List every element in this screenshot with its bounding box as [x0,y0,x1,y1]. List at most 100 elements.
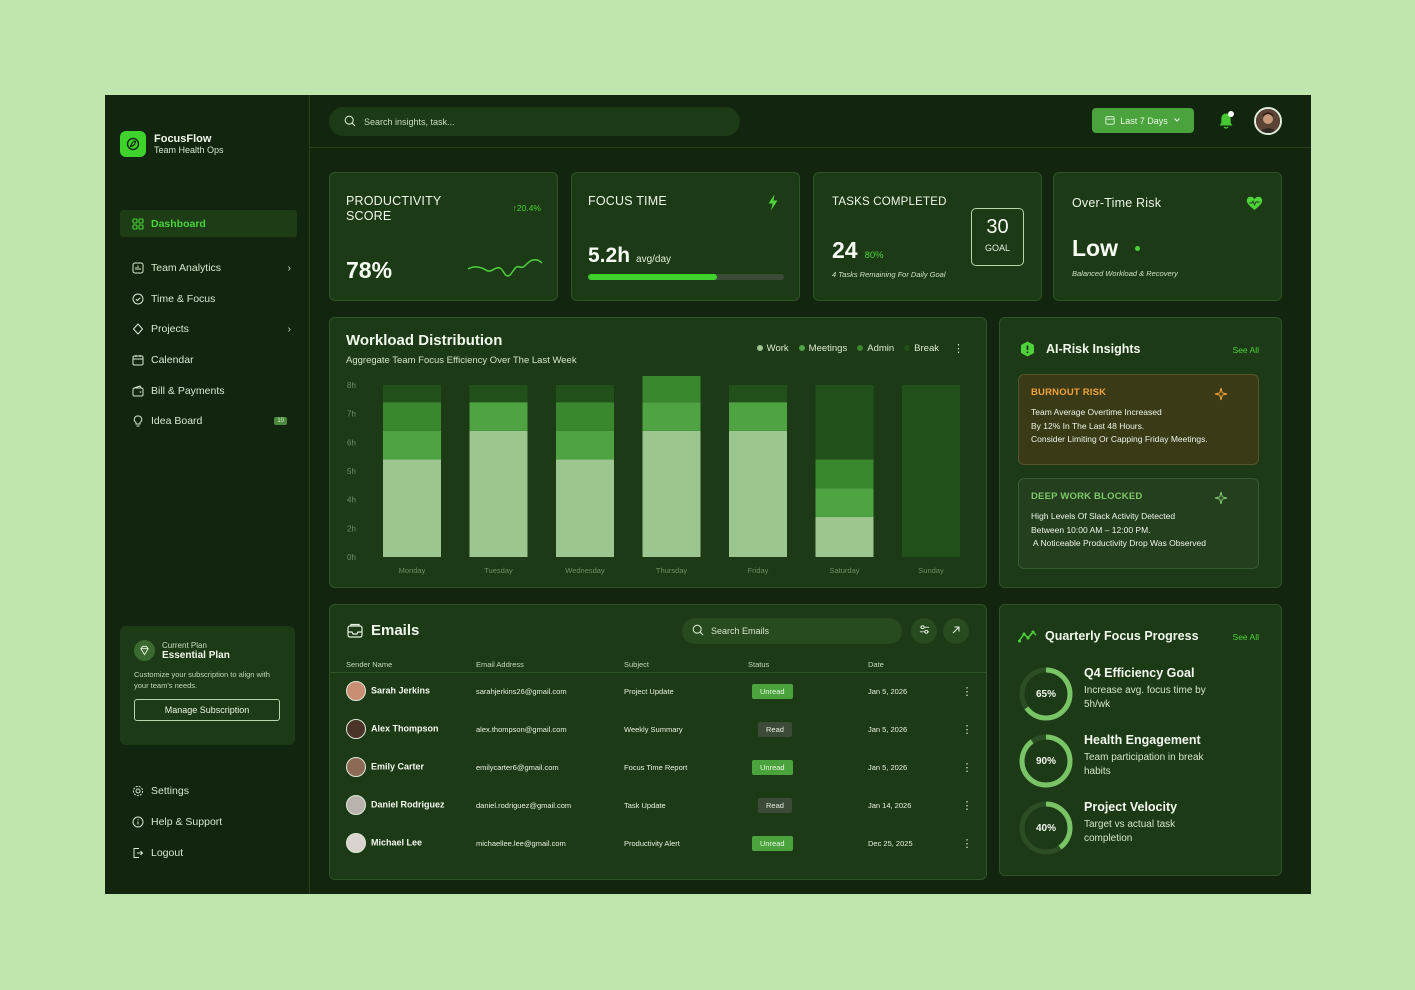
more-options-icon[interactable]: ⋮ [953,342,964,355]
email-search-input[interactable]: Search Emails [711,626,769,636]
goal-label: GOAL [984,243,1010,253]
status-badge: Unread [752,759,793,775]
legend-item-work[interactable]: Work [756,343,789,354]
kpi-percent: 80% [864,250,884,261]
sidebar-item-calendar[interactable]: Calendar [120,347,297,373]
bar-segment-meetings [642,402,701,431]
bar-segment-admin [815,459,874,489]
mail-icon [347,623,363,644]
sender-email: emilycarter6@gmail.com [476,762,559,772]
more-options-icon[interactable]: ⋮ [948,824,986,862]
column-header[interactable]: Date [868,657,948,673]
goal-value: 30 [986,216,1009,238]
expand-button[interactable] [943,618,969,644]
chevron-right-icon: › [287,262,291,274]
plan-description: Customize your subscription to align wit… [134,670,270,690]
x-tick-label: Wednesday [565,566,605,575]
calendar-icon [131,354,144,367]
legend-item-break[interactable]: Break [904,343,939,354]
kpi-title: Over-Time Risk [1072,196,1162,210]
insight-line: By 12% In The Last 48 Hours. [1031,420,1145,431]
sender-email: michaellee.lee@gmail.com [476,838,566,848]
column-header[interactable]: Sender Name [330,657,476,673]
more-options-icon[interactable]: ⋮ [948,786,986,824]
more-options-icon[interactable]: ⋮ [948,710,986,748]
sparkle-icon [1214,491,1228,510]
sender-email: sarahjerkins26@gmail.com [476,686,567,696]
projects-icon [131,323,144,336]
sidebar-item-projects[interactable]: Projects › [120,316,297,342]
brand-name: FocusFlow [154,132,212,145]
table-row[interactable]: Sarah Jerkins sarahjerkins26@gmail.com P… [330,672,986,710]
filter-button[interactable] [911,618,937,644]
goal-item[interactable]: 65% Q4 Efficiency Goal Increase avg. foc… [1018,666,1206,722]
table-row[interactable]: Michael Lee michaellee.lee@gmail.com Pro… [330,824,986,862]
sender-email: alex.thompson@gmail.com [476,724,567,734]
sidebar-item-label: Idea Board [151,415,203,428]
legend-dot [798,345,805,351]
status-badge: Unread [752,683,793,699]
search-input[interactable]: Search insights, task... [364,117,455,127]
section-title: AI-Risk Insights [1046,342,1141,356]
sidebar-item-dashboard[interactable]: Dashboard [120,210,297,237]
kpi-note: Balanced Workload & Recovery [1072,269,1178,278]
sender-name: Michael Lee [371,837,423,848]
section-title: Workload Distribution [346,332,503,349]
goal-desc-line: Increase avg. focus time by [1084,685,1206,696]
avatar [346,681,366,702]
user-avatar[interactable] [1254,107,1282,135]
legend-item-admin[interactable]: Admin [857,343,894,354]
sidebar-item-time-focus[interactable]: Time & Focus [120,286,297,312]
sidebar-item-idea-board[interactable]: Idea Board 10 [120,408,297,434]
goal-title: Q4 Efficiency Goal [1084,666,1195,680]
email-date: Jan 14, 2026 [868,800,912,810]
bar-segment-break [383,385,441,403]
goal-item[interactable]: 90% Health Engagement Team participation… [1018,733,1204,789]
focus-time-card: FOCUS TIME 5.2h avg/day [571,172,800,301]
y-tick-label: 2h [347,524,356,533]
goal-item[interactable]: 40% Project Velocity Target vs actual ta… [1018,800,1177,856]
sidebar-item-settings[interactable]: Settings [120,778,297,804]
table-row[interactable]: Emily Carter emilycarter6@gmail.com Focu… [330,748,986,786]
column-header[interactable]: Status [748,657,868,673]
app-window: FocusFlow Team Health Ops Dashboard Team… [105,95,1311,894]
bar-segment-work [469,430,528,557]
manage-subscription-button[interactable]: Manage Subscription [134,699,280,721]
status-badge: Read [758,797,792,813]
date-range-dropdown[interactable]: Last 7 Days [1092,108,1194,133]
sparkline [467,259,543,277]
workload-chart: 0h 2h 4h 5h 6h 7h 8h Monday Tuesday Wednesday Thur… [347,376,960,575]
see-all-link[interactable]: See All [1233,632,1259,642]
search-bar[interactable]: Search insights, task... [329,107,740,136]
see-all-link[interactable]: See All [1233,345,1259,355]
bar-segment-meetings [383,430,441,460]
date-range-label: Last 7 Days [1120,115,1168,126]
sidebar-item-logout[interactable]: Logout [120,840,297,866]
legend-item-meetings[interactable]: Meetings [798,343,847,354]
email-subject: Task Update [624,800,666,810]
sidebar-item-help[interactable]: Help & Support [120,809,297,835]
column-header[interactable]: Email Address [476,657,624,673]
focus-progress-fill [588,274,718,280]
y-tick-label: 0h [347,553,356,562]
more-options-icon[interactable]: ⋮ [948,748,986,786]
email-search-bar[interactable]: Search Emails [682,618,902,644]
deep-work-blocked-alert[interactable]: DEEP WORK BLOCKED High Levels Of Slack A… [1018,478,1259,569]
brand[interactable]: FocusFlow Team Health Ops [120,131,224,157]
quarterly-focus-card: Quarterly Focus Progress See All 65% Q4 … [999,604,1282,876]
table-row[interactable]: Alex Thompson alex.thompson@gmail.com We… [330,710,986,748]
bottom-nav: Settings Help & Support Logout [120,778,297,871]
status-badge: Unread [752,835,793,851]
sidebar-item-team-analytics[interactable]: Team Analytics › [120,255,297,281]
x-tick-label: Tuesday [484,566,513,575]
email-subject: Focus Time Report [624,762,688,772]
x-tick-label: Friday [748,566,769,575]
goal-description: Target vs actual task completion [1084,818,1177,846]
bar-segment-break [902,385,960,557]
sidebar-item-bill-payments[interactable]: Bill & Payments [120,378,297,404]
y-tick-label: 4h [347,496,356,505]
column-header[interactable]: Subject [624,657,748,673]
burnout-risk-alert[interactable]: BURNOUT RISK Team Average Overtime Incre… [1018,374,1259,465]
table-row[interactable]: Daniel Rodriguez daniel.rodriguez@gmail.… [330,786,986,824]
more-options-icon[interactable]: ⋮ [948,672,986,710]
